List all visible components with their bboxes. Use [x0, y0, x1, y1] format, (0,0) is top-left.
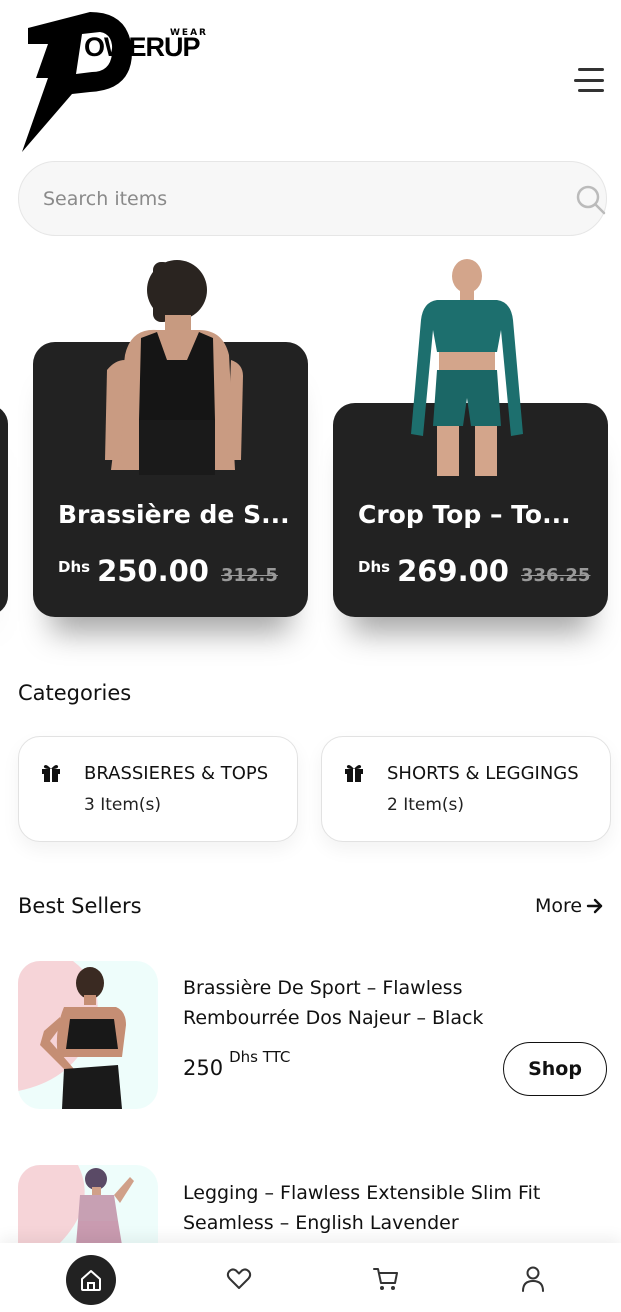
price-amount: 250.00: [97, 554, 209, 588]
product-name: Brassière De Sport – Flawless Rembourrée…: [183, 973, 583, 1033]
product-name-line: Seamless – English Lavender: [183, 1212, 459, 1234]
price-old: 336.25: [520, 565, 591, 586]
price-currency: Dhs: [358, 558, 391, 576]
bottom-navigation: [0, 1243, 621, 1312]
search-bar: [18, 161, 607, 236]
user-glyph: [522, 1266, 544, 1292]
heart-glyph: [226, 1268, 252, 1289]
featured-title: Brassière de S...: [58, 500, 290, 529]
category-name: BRASSIERES & TOPS: [84, 763, 269, 784]
more-label: More: [535, 895, 583, 917]
category-name: SHORTS & LEGGINGS: [387, 763, 579, 784]
featured-price: Dhs 250.00 312.5: [58, 554, 278, 588]
cart-glyph: [373, 1268, 398, 1290]
user-icon[interactable]: [509, 1255, 557, 1303]
product-image-black-bra: [105, 260, 243, 475]
menu-line: [578, 68, 604, 71]
price-old: 312.5: [220, 565, 278, 586]
product-thumbnail[interactable]: [18, 961, 158, 1109]
home-icon[interactable]: [66, 1255, 116, 1305]
shop-button[interactable]: Shop: [503, 1042, 607, 1096]
product-name-line: Legging – Flawless Extensible Slim Fit: [183, 1182, 541, 1204]
menu-line: [578, 89, 604, 92]
category-card-brassieres[interactable]: BRASSIERES & TOPS 3 Item(s): [18, 736, 298, 842]
gift-icon: [345, 765, 363, 782]
featured-title: Crop Top – To...: [358, 500, 571, 529]
category-count: 3 Item(s): [84, 795, 162, 815]
category-count: 2 Item(s): [387, 795, 465, 815]
heart-icon[interactable]: [215, 1255, 263, 1303]
best-sellers-title: Best Sellers: [18, 894, 142, 918]
product-image-black-sport-bra: [18, 961, 126, 1109]
price-amount: 269.00: [397, 554, 509, 588]
product-price: 250 Dhs TTC: [183, 1048, 290, 1080]
price-amount: 250: [183, 1056, 224, 1080]
arrow-right-icon: [586, 898, 603, 914]
home-glyph: [81, 1270, 101, 1291]
search-icon[interactable]: [575, 184, 607, 216]
product-thumbnail[interactable]: [18, 1165, 158, 1245]
logo-wordmark: OWERUP: [84, 32, 200, 62]
hamburger-menu-icon[interactable]: [574, 64, 610, 96]
cart-icon[interactable]: [362, 1255, 410, 1303]
product-name-line: Rembourrée Dos Najeur – Black: [183, 1007, 484, 1029]
price-currency: Dhs TTC: [229, 1048, 291, 1066]
category-card-shorts[interactable]: SHORTS & LEGGINGS 2 Item(s): [321, 736, 611, 842]
categories-title: Categories: [18, 681, 132, 705]
gift-icon: [42, 765, 60, 782]
more-link[interactable]: More: [535, 895, 604, 917]
menu-line: [574, 78, 604, 82]
featured-price: Dhs 269.00 336.25: [358, 554, 590, 588]
product-name: Legging – Flawless Extensible Slim Fit S…: [183, 1178, 583, 1238]
product-name-line: Brassière De Sport – Flawless: [183, 977, 463, 999]
featured-card-partial[interactable]: [0, 405, 8, 615]
product-image-lavender-legging: [18, 1165, 134, 1245]
product-image-teal-crop-top: [411, 259, 523, 476]
price-currency: Dhs: [58, 558, 91, 576]
brand-logo[interactable]: WEAR OWERUP: [20, 10, 206, 152]
search-input[interactable]: [43, 162, 543, 235]
